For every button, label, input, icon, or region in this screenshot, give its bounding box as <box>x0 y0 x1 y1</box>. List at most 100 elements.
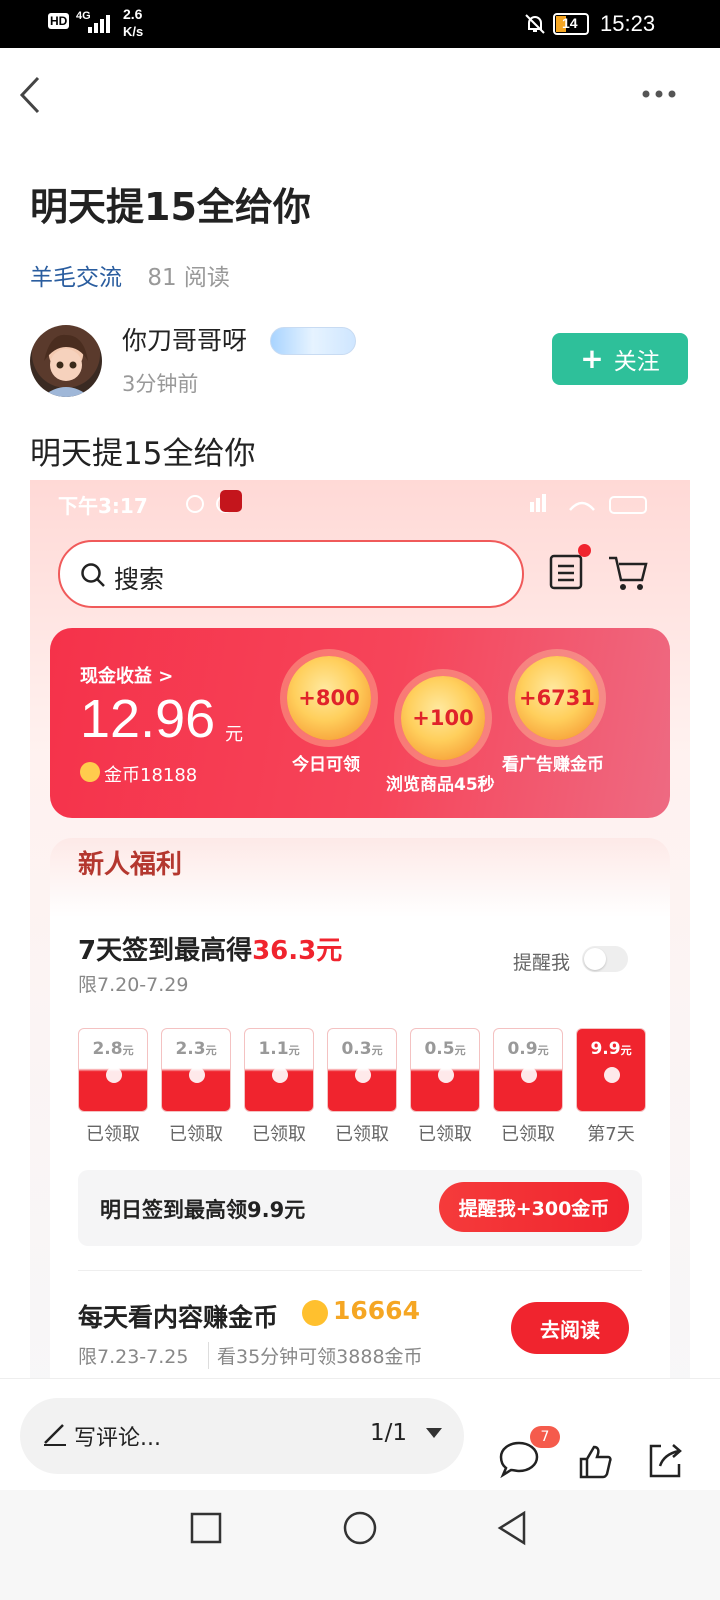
envelope-label: 第7天 <box>587 1124 635 1145</box>
signin-envelope-day3: 1.1元 <box>244 1028 314 1112</box>
cash-earnings-card[interactable]: 现金收益 > 12.96 元 金币18188 +800 今日可领 +100 浏览… <box>50 628 670 818</box>
envelope-value: 9.9 <box>590 1039 621 1059</box>
inner-app-icon <box>220 490 242 512</box>
read-earn-period: 限7.23-7.25 <box>78 1346 189 1368</box>
coin-balance: 金币18188 <box>104 765 198 786</box>
envelope-unit: 元 <box>454 1044 466 1057</box>
remind-coins-button[interactable]: 提醒我+300金币 <box>439 1182 629 1232</box>
signin-title-prefix: 7天签到最高得 <box>78 936 253 966</box>
system-nav-bar <box>0 1490 720 1600</box>
battery-level: 14 <box>562 15 578 31</box>
follow-button[interactable]: + 关注 <box>552 333 688 385</box>
author-medal-badge <box>270 327 356 355</box>
welfare-title: 新人福利 <box>78 850 183 880</box>
status-bar: HD 4G 2.6 K/s 14 15:23 <box>0 0 720 48</box>
envelope-unit: 元 <box>205 1044 217 1057</box>
category-link[interactable]: 羊毛交流 <box>30 265 122 291</box>
read-count: 81 阅读 <box>147 265 230 291</box>
signin-envelope-day7[interactable]: 9.9元 <box>576 1028 646 1112</box>
envelope-value: 0.5 <box>424 1039 455 1059</box>
post-time: 3分钟前 <box>122 372 199 396</box>
post-meta: 羊毛交流 81 阅读 <box>30 258 230 292</box>
read-earn-title: 每天看内容赚金币 <box>78 1303 279 1332</box>
home-icon[interactable] <box>342 1510 378 1546</box>
cash-unit: 元 <box>225 724 243 745</box>
go-read-label: 去阅读 <box>540 1317 600 1342</box>
read-earn-desc: 看35分钟可领3888金币 <box>208 1342 423 1369</box>
page-indicator[interactable]: 1/1 <box>370 1420 407 1446</box>
envelope-unit: 元 <box>620 1044 632 1057</box>
signal-icon <box>88 15 110 33</box>
post-image[interactable]: 下午3:17 搜索 现金收益 > 12.96 元 金币18188 +800 今日… <box>30 480 690 1404</box>
gold-coin-icon <box>80 762 100 782</box>
pencil-icon <box>44 1424 66 1446</box>
signin-envelope-day6: 0.9元 <box>493 1028 563 1112</box>
back-arrow-icon[interactable] <box>16 74 46 116</box>
cash-earnings-label[interactable]: 现金收益 > <box>80 662 173 688</box>
hd-icon: HD <box>48 13 70 29</box>
envelope-unit: 元 <box>537 1044 549 1057</box>
author-name[interactable]: 你刀哥哥呀 <box>122 321 247 357</box>
post-body: 明天提15全给你 <box>30 436 256 472</box>
signin-title: 7天签到最高得36.3元 <box>78 930 342 967</box>
envelope-label: 已领取 <box>501 1124 555 1145</box>
signin-period: 限7.20-7.29 <box>78 974 189 996</box>
cart-icon[interactable] <box>607 554 649 592</box>
search-icon <box>81 563 105 587</box>
envelope-label: 已领取 <box>252 1124 306 1145</box>
battery-icon: 14 <box>553 13 589 35</box>
reward-coin-3[interactable]: +6731 <box>515 656 599 740</box>
remind-coins-label: 提醒我+300金币 <box>458 1197 610 1220</box>
signin-envelope-day5: 0.5元 <box>410 1028 480 1112</box>
read-earn-coins: 16664 <box>333 1296 420 1325</box>
orders-notification-dot <box>578 544 591 557</box>
reward-value: +100 <box>412 706 474 730</box>
signin-title-amount: 36.3元 <box>252 936 343 966</box>
signin-envelope-day4: 0.3元 <box>327 1028 397 1112</box>
recent-apps-icon[interactable] <box>190 1512 222 1544</box>
tomorrow-signin-text: 明日签到最高领9.9元 <box>100 1198 306 1222</box>
reward-coin-1[interactable]: +800 <box>287 656 371 740</box>
go-read-button[interactable]: 去阅读 <box>511 1302 629 1354</box>
more-options-icon[interactable] <box>640 88 680 100</box>
remind-label: 提醒我 <box>513 952 571 974</box>
envelope-value: 0.9 <box>507 1039 538 1059</box>
avatar-image <box>42 334 90 397</box>
like-icon[interactable] <box>578 1444 612 1480</box>
post-title: 明天提15全给你 <box>30 185 311 229</box>
comment-count-badge: 7 <box>530 1426 560 1448</box>
comment-input[interactable]: 写评论... 1/1 <box>20 1398 464 1474</box>
envelope-label: 已领取 <box>418 1124 472 1145</box>
reward-label: 今日可领 <box>292 755 360 775</box>
envelope-value: 1.1 <box>258 1039 289 1059</box>
envelope-unit: 元 <box>371 1044 383 1057</box>
clock: 15:23 <box>600 11 656 36</box>
cash-amount: 12.96 <box>80 689 216 749</box>
net-speed-value: 2.6 <box>123 6 143 22</box>
avatar[interactable] <box>30 325 102 397</box>
envelope-label: 已领取 <box>169 1124 223 1145</box>
envelope-unit: 元 <box>288 1044 300 1057</box>
envelope-label: 已领取 <box>335 1124 389 1145</box>
back-triangle-icon[interactable] <box>496 1510 528 1546</box>
share-icon[interactable] <box>646 1442 684 1480</box>
follow-label: 关注 <box>613 349 660 375</box>
remind-toggle[interactable] <box>582 946 628 972</box>
reward-label: 浏览商品45秒 <box>386 775 495 795</box>
search-placeholder: 搜索 <box>114 565 165 594</box>
signin-envelope-day2: 2.3元 <box>161 1028 231 1112</box>
comment-placeholder: 写评论... <box>74 1426 161 1451</box>
top-nav <box>0 48 720 144</box>
divider <box>78 1270 642 1271</box>
reward-label: 看广告赚金币 <box>502 755 604 775</box>
net-speed-unit: K/s <box>123 24 144 39</box>
envelope-value: 2.8 <box>92 1039 123 1059</box>
orders-icon[interactable] <box>549 554 583 590</box>
inner-search-bar[interactable]: 搜索 <box>58 540 524 608</box>
reward-coin-2[interactable]: +100 <box>401 676 485 760</box>
chevron-down-icon[interactable] <box>424 1426 444 1440</box>
inner-status-icons <box>530 494 647 514</box>
envelope-unit: 元 <box>122 1044 134 1057</box>
envelope-value: 2.3 <box>175 1039 206 1059</box>
plus-icon: + <box>580 342 604 375</box>
